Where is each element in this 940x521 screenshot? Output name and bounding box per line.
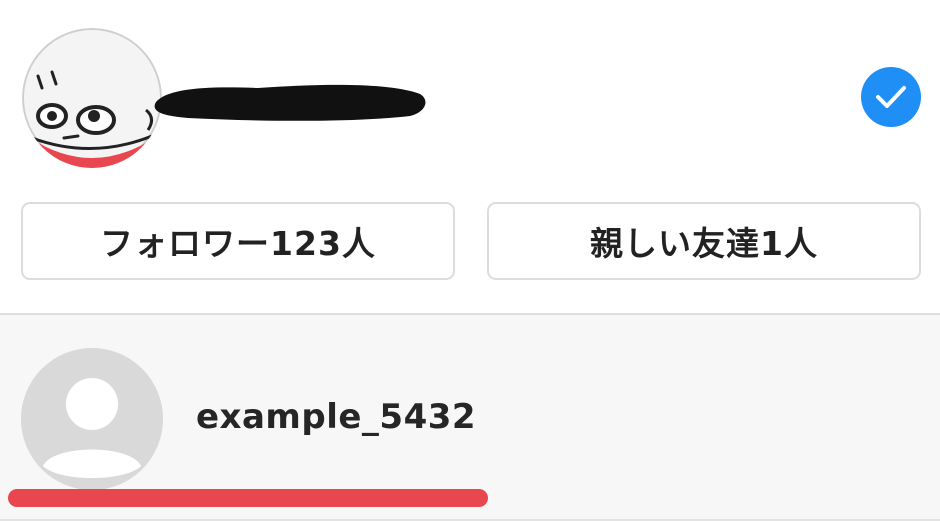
highlight-underline: [8, 489, 488, 507]
cartoon-face-icon: [22, 28, 162, 168]
close-friends-button[interactable]: 親しい友達1人: [487, 202, 921, 280]
followers-button[interactable]: フォロワー123人: [21, 202, 455, 280]
page: フォロワー123人 親しい友達1人 example_5432: [0, 0, 940, 521]
user-list: example_5432: [0, 315, 940, 521]
redacted-name: [154, 84, 426, 121]
close-friends-button-label: 親しい友達1人: [590, 224, 818, 263]
followers-button-label: フォロワー123人: [100, 224, 376, 263]
profile-header: [0, 0, 940, 195]
list-item[interactable]: example_5432: [0, 315, 940, 521]
select-check-button[interactable]: [861, 67, 921, 127]
default-avatar-icon: [21, 348, 163, 490]
avatar[interactable]: [22, 28, 162, 168]
username: example_5432: [196, 397, 477, 437]
check-icon: [876, 86, 906, 108]
